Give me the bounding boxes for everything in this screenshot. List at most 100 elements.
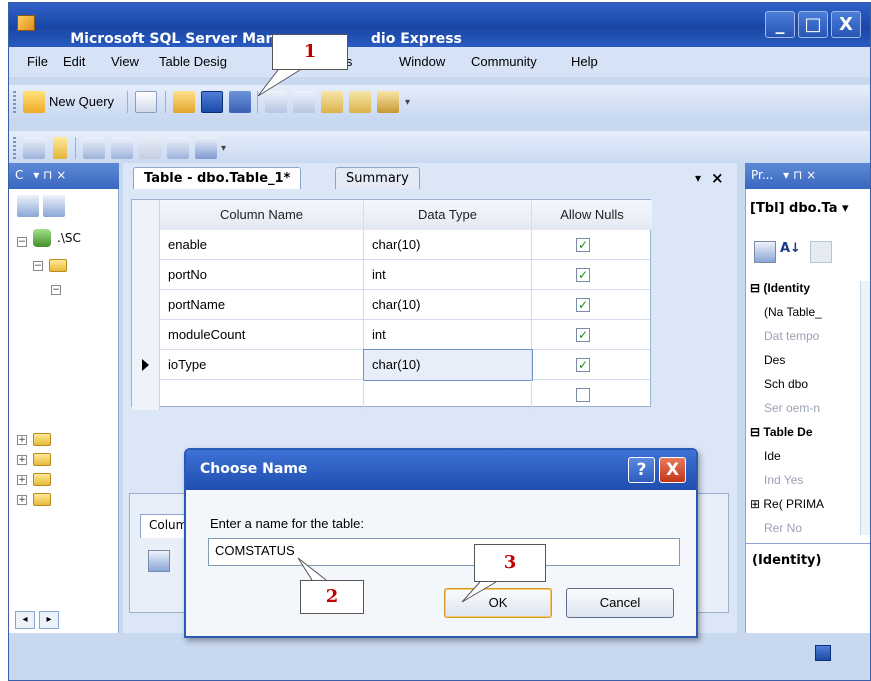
property-pages-icon[interactable] xyxy=(810,241,832,263)
server-node-label[interactable]: .\SC xyxy=(57,231,81,245)
tab-summary[interactable]: Summary xyxy=(335,167,420,189)
property-row[interactable]: Sch dbo xyxy=(746,377,870,401)
new-query-button[interactable]: New Query xyxy=(49,94,114,109)
menu-view[interactable]: View xyxy=(111,54,139,69)
allow-nulls-checkbox[interactable]: ✓ xyxy=(576,268,590,282)
ok-button[interactable]: OK xyxy=(444,588,552,618)
column-name-cell[interactable]: ioType xyxy=(160,350,364,380)
disconnect-icon[interactable] xyxy=(43,195,65,217)
toolbar-icon-a[interactable] xyxy=(265,91,287,113)
toolbar-icon-e[interactable] xyxy=(377,91,399,113)
fulltext-icon[interactable] xyxy=(139,137,161,159)
row-selector[interactable] xyxy=(132,230,160,260)
property-row[interactable]: ⊞ Re( PRIMA xyxy=(746,497,870,521)
tree-expand-icon[interactable]: + xyxy=(17,495,27,505)
menu-edit[interactable]: Edit xyxy=(63,54,85,69)
properties-scrollbar[interactable] xyxy=(860,281,870,535)
allow-nulls-checkbox[interactable] xyxy=(576,388,590,402)
property-row[interactable]: Ind Yes xyxy=(746,473,870,497)
tree-expand-icon[interactable]: + xyxy=(17,435,27,445)
property-row[interactable]: Dat tempo xyxy=(746,329,870,353)
property-row[interactable]: (Na Table_ xyxy=(746,305,870,329)
save-icon[interactable] xyxy=(201,91,223,113)
document-dropdown-icon[interactable]: ▾ xyxy=(695,171,701,185)
tree-collapse-icon[interactable]: − xyxy=(51,285,61,295)
close-document-icon[interactable]: × xyxy=(711,169,724,187)
scroll-right-button[interactable]: ▸ xyxy=(39,611,59,629)
toolbar-icon-c[interactable] xyxy=(321,91,343,113)
allow-nulls-checkbox[interactable]: ✓ xyxy=(576,358,590,372)
property-row[interactable]: Ser oem-n xyxy=(746,401,870,425)
menu-file[interactable]: File xyxy=(27,54,48,69)
close-dialog-button[interactable]: X xyxy=(659,457,686,483)
new-file-icon[interactable] xyxy=(135,91,157,113)
table-row[interactable]: enable char(10) ✓ xyxy=(132,230,650,260)
categorized-icon[interactable] xyxy=(148,550,170,572)
tree-collapse-icon[interactable]: − xyxy=(17,237,27,247)
data-type-cell[interactable]: int xyxy=(364,260,532,290)
row-selector[interactable] xyxy=(132,260,160,290)
menu-community[interactable]: Community xyxy=(471,54,537,69)
check-constraints-icon[interactable] xyxy=(195,137,217,159)
toolbar-icon-d[interactable] xyxy=(349,91,371,113)
column-name-cell[interactable]: portName xyxy=(160,290,364,320)
table-row[interactable] xyxy=(132,380,650,410)
allow-nulls-checkbox[interactable]: ✓ xyxy=(576,328,590,342)
categorized-icon[interactable] xyxy=(754,241,776,263)
row-selector[interactable] xyxy=(132,320,160,350)
data-type-cell[interactable]: char(10) xyxy=(364,230,532,260)
tree-expand-icon[interactable]: + xyxy=(17,475,27,485)
row-selector[interactable] xyxy=(132,350,160,380)
table-row[interactable]: ioType char(10) ✓ xyxy=(132,349,650,381)
toolbar-overflow-icon[interactable]: ▾ xyxy=(405,97,410,108)
row-selector[interactable] xyxy=(132,380,160,410)
data-type-cell[interactable] xyxy=(364,380,532,410)
column-name-cell[interactable] xyxy=(160,380,364,410)
property-row[interactable]: Ide xyxy=(746,449,870,473)
table-name-input[interactable]: COMSTATUS xyxy=(208,538,680,566)
allow-nulls-checkbox[interactable]: ✓ xyxy=(576,238,590,252)
data-type-cell[interactable]: char(10) xyxy=(363,349,533,381)
open-folder-icon[interactable] xyxy=(173,91,195,113)
close-window-button[interactable]: X xyxy=(831,11,861,38)
maximize-button[interactable]: □ xyxy=(798,11,828,38)
data-type-cell[interactable]: char(10) xyxy=(364,290,532,320)
data-type-cell[interactable]: int xyxy=(364,320,532,350)
toolbar-grip[interactable] xyxy=(13,137,16,159)
menu-window[interactable]: Window xyxy=(399,54,445,69)
cancel-button[interactable]: Cancel xyxy=(566,588,674,618)
help-button[interactable]: ? xyxy=(628,457,655,483)
indexes-icon[interactable] xyxy=(111,137,133,159)
allow-nulls-checkbox[interactable]: ✓ xyxy=(576,298,590,312)
xml-index-icon[interactable] xyxy=(167,137,189,159)
tree-collapse-icon[interactable]: − xyxy=(33,261,43,271)
dropdown-arrow-icon[interactable]: ▾ xyxy=(837,201,849,216)
tree-expand-icon[interactable]: + xyxy=(17,455,27,465)
row-selector[interactable] xyxy=(132,290,160,320)
property-row[interactable]: Rer No xyxy=(746,521,870,545)
relationships-icon[interactable] xyxy=(83,137,105,159)
tab-table-dbo-table-1[interactable]: Table - dbo.Table_1* xyxy=(133,167,302,189)
pin-icon[interactable]: ▾ ⊓ × xyxy=(783,168,816,182)
property-category-table-designer[interactable]: ⊟ Table De xyxy=(746,425,870,449)
pin-icon[interactable]: ▾ ⊓ × xyxy=(33,168,66,182)
connect-icon[interactable] xyxy=(17,195,39,217)
property-category-identity[interactable]: ⊟ (Identity xyxy=(746,281,870,305)
primary-key-icon[interactable] xyxy=(53,137,67,159)
table-row[interactable]: moduleCount int ✓ xyxy=(132,320,650,350)
column-name-cell[interactable]: moduleCount xyxy=(160,320,364,350)
toolbar-overflow-icon[interactable]: ▾ xyxy=(221,143,226,154)
alphabetical-icon[interactable]: A↓ xyxy=(780,241,801,256)
new-query-icon[interactable] xyxy=(23,91,45,113)
toolbar-grip[interactable] xyxy=(13,91,16,113)
menu-help[interactable]: Help xyxy=(571,54,598,69)
generate-script-icon[interactable] xyxy=(23,137,45,159)
toolbar-icon-b[interactable] xyxy=(293,91,315,113)
property-row[interactable]: Des xyxy=(746,353,870,377)
properties-object-select[interactable]: [Tbl] dbo.Ta ▾ xyxy=(750,201,870,225)
scroll-left-button[interactable]: ◂ xyxy=(15,611,35,629)
column-name-cell[interactable]: portNo xyxy=(160,260,364,290)
table-row[interactable]: portNo int ✓ xyxy=(132,260,650,290)
minimize-button[interactable]: _ xyxy=(765,11,795,38)
column-name-cell[interactable]: enable xyxy=(160,230,364,260)
